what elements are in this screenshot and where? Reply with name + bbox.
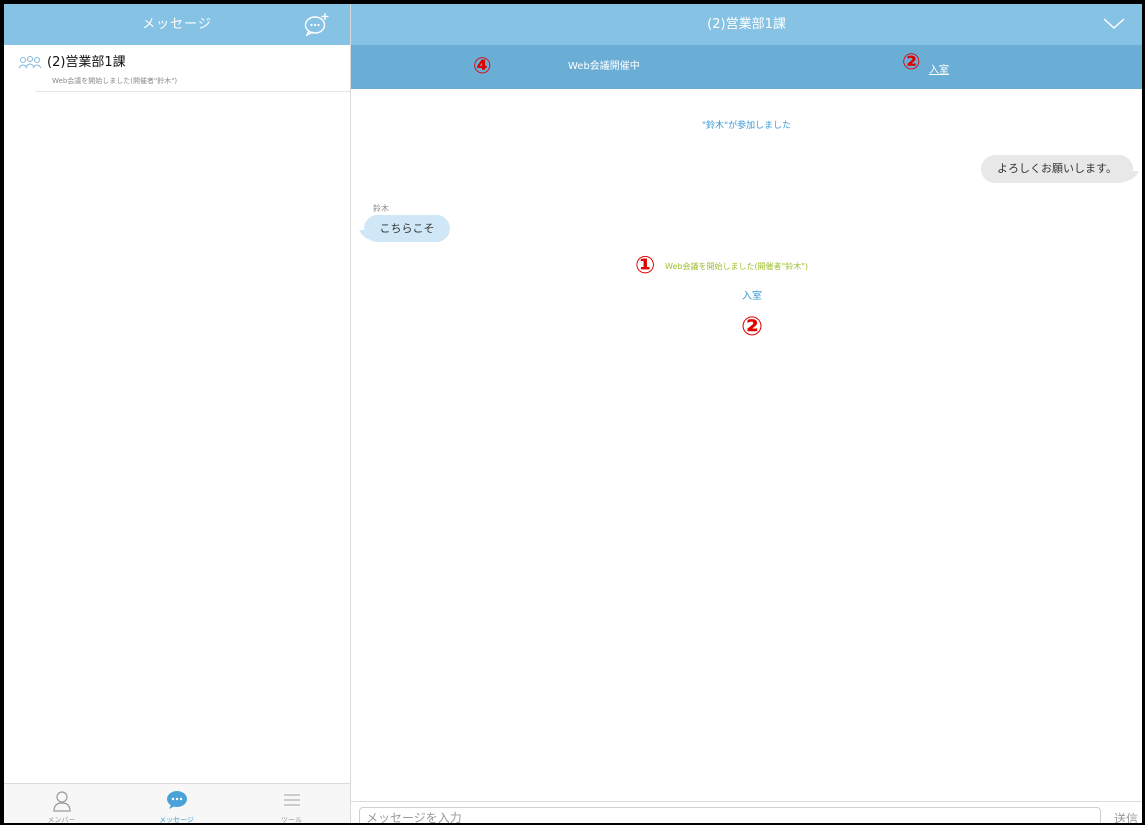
chat-bubble-icon [166, 791, 187, 809]
tab-members-label: メンバー [47, 816, 76, 824]
joined-notice: "鈴木"が参加しました [701, 121, 792, 131]
conference-banner: Web会議開催中 入室 ④ ② [351, 45, 1142, 89]
sidebar-header: メッセージ [4, 4, 350, 45]
tab-tools[interactable]: ツール [234, 784, 349, 824]
bottom-tab-bar: メンバー メッセージ ツール [4, 783, 350, 824]
chevron-down-icon[interactable] [1103, 18, 1125, 30]
conversation-item[interactable]: (2)営業部1課 Web会議を開始しました(開催者"鈴木") [4, 45, 350, 92]
annotation-marker-1: ① [635, 251, 656, 279]
app-window: メッセージ (2)営業部1課 Web会議を開始しました(開催者"鈴木") メンバ… [0, 0, 1145, 825]
new-message-icon[interactable] [304, 12, 330, 36]
send-button[interactable]: 送信 [1114, 810, 1138, 823]
outgoing-message: よろしくお願いします。 [981, 155, 1133, 183]
chat-header: (2)営業部1課 [351, 4, 1142, 45]
incoming-message: こちらこそ [364, 215, 450, 242]
divider [35, 91, 350, 92]
annotation-marker-4: ④ [473, 54, 492, 79]
conversation-name: (2)営業部1課 [47, 55, 126, 70]
sender-name: 鈴木 [373, 204, 389, 213]
chat-title: (2)営業部1課 [707, 17, 786, 32]
chat-panel: (2)営業部1課 Web会議開催中 入室 ④ ② "鈴木"が参加しました よろし… [351, 4, 1142, 823]
tab-tools-label: ツール [281, 816, 302, 824]
tab-messages[interactable]: メッセージ [119, 784, 234, 824]
menu-icon [283, 794, 300, 806]
message-input-bar: 送信 [351, 801, 1142, 823]
conference-status: Web会議開催中 [568, 61, 640, 72]
annotation-marker-2: ② [902, 50, 921, 75]
group-icon [18, 56, 42, 69]
message-input[interactable] [359, 807, 1101, 823]
annotation-marker-2: ② [741, 312, 764, 342]
tab-members[interactable]: メンバー [4, 784, 119, 824]
tab-messages-label: メッセージ [159, 816, 194, 824]
sidebar: メッセージ (2)営業部1課 Web会議を開始しました(開催者"鈴木") メンバ… [4, 4, 351, 824]
join-link[interactable]: 入室 [742, 287, 762, 302]
person-icon [52, 791, 71, 812]
conference-started-notice: Web会議を開始しました(開催者"鈴木") [665, 262, 809, 271]
conversation-preview: Web会議を開始しました(開催者"鈴木") [52, 77, 178, 85]
sidebar-title: メッセージ [142, 17, 212, 32]
banner-join-link[interactable]: 入室 [929, 61, 949, 76]
